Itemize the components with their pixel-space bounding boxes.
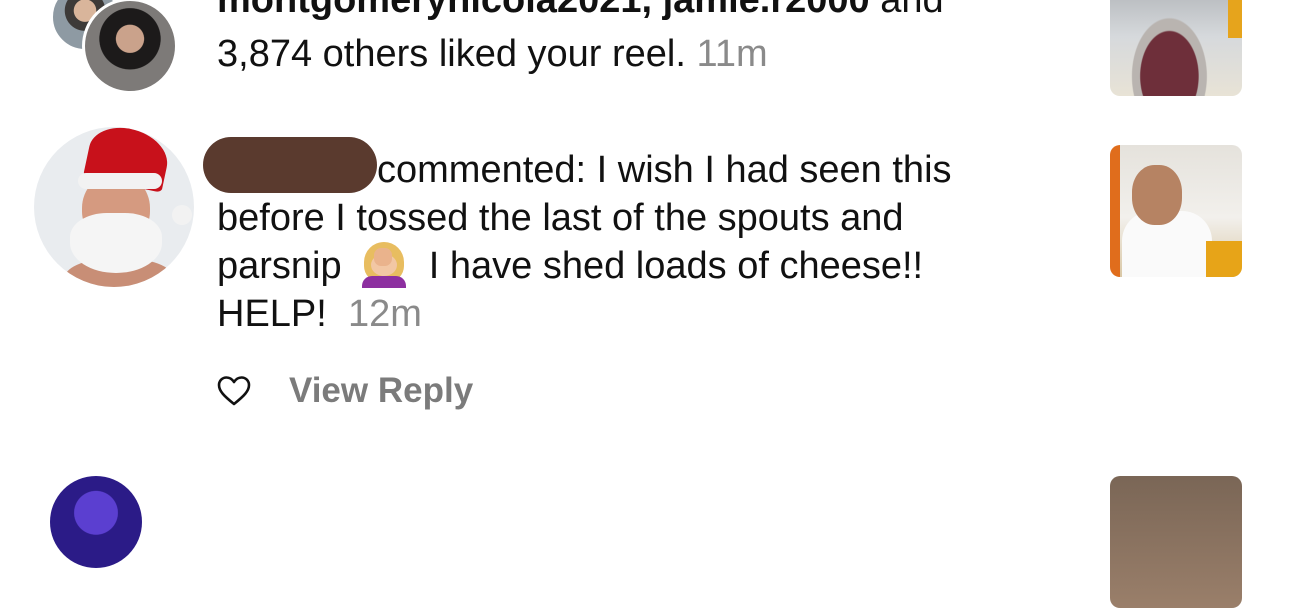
- comment-notification-text: commented: I wish I had seen this before…: [217, 146, 1097, 338]
- comment-line-3: parsnip I have shed loads of cheese!!: [217, 242, 1097, 290]
- comment-line-3-b: I have shed loads of cheese!!: [428, 245, 924, 287]
- avatar-next-notification[interactable]: [50, 476, 142, 568]
- reel-thumbnail-1[interactable]: [1110, 0, 1242, 96]
- reel-thumbnail-3[interactable]: [1110, 476, 1242, 608]
- comment-time: 12m: [347, 293, 422, 335]
- heart-outline-icon[interactable]: [217, 375, 251, 407]
- and-text: and: [869, 0, 944, 21]
- comment-line-1: commented: I wish I had seen this: [377, 149, 952, 191]
- comment-line-4: HELP! 12m: [217, 290, 1097, 338]
- woman-facepalming-emoji-icon: [358, 242, 410, 288]
- reel-thumbnail-2[interactable]: [1110, 145, 1242, 277]
- liker-usernames[interactable]: montgomerynicola2021, jamie.r2000: [217, 0, 870, 21]
- comment-line-4-text: HELP!: [217, 293, 327, 335]
- comment-line-2: before I tossed the last of the spouts a…: [217, 197, 904, 239]
- like-message: 3,874 others liked your reel.: [217, 33, 686, 75]
- avatar-liker-2[interactable]: [82, 0, 178, 94]
- like-notification-usernames-line: montgomerynicola2021, jamie.r2000 and: [217, 0, 944, 24]
- commenter-avatar[interactable]: [34, 127, 194, 287]
- view-reply-button[interactable]: View Reply: [289, 370, 473, 412]
- like-time: 11m: [696, 33, 768, 75]
- like-notification-message: 3,874 others liked your reel. 11m: [217, 30, 768, 78]
- comment-line-3-a: parsnip: [217, 245, 342, 287]
